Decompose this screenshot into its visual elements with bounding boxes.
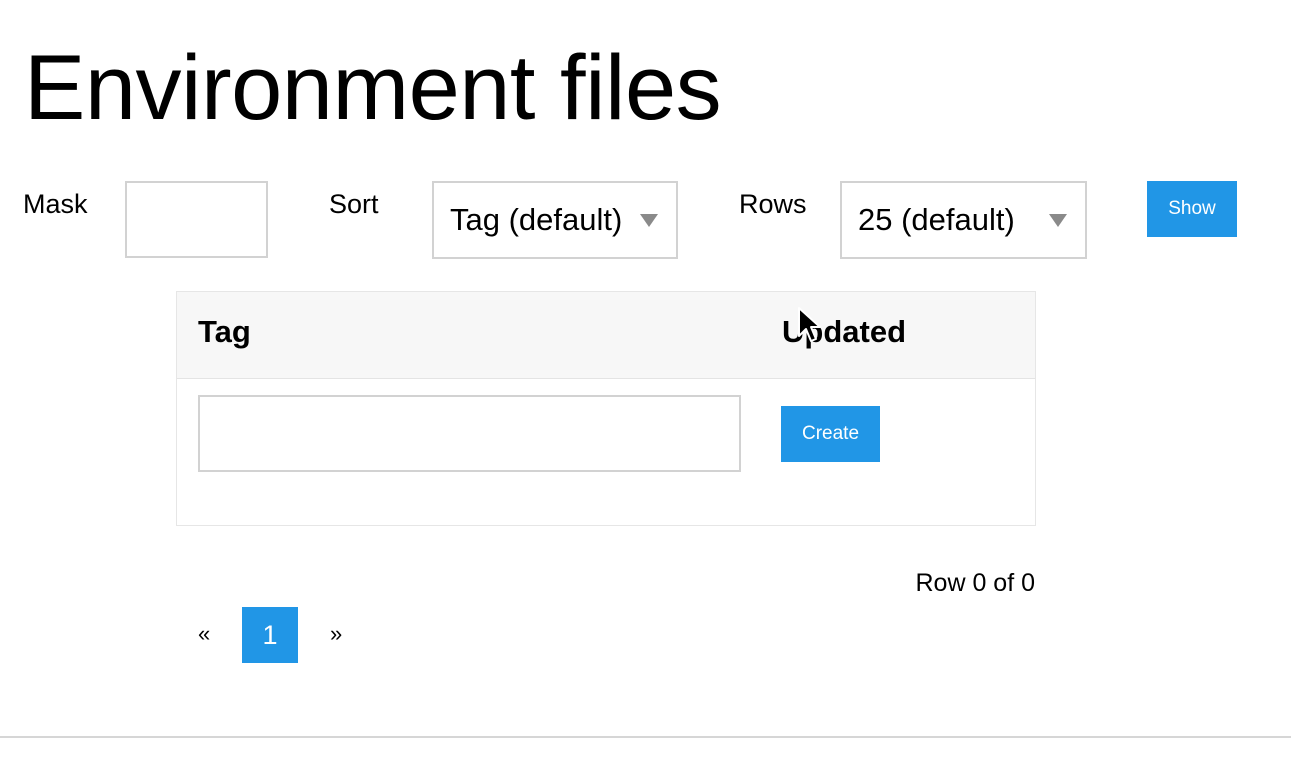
page-title: Environment files <box>24 37 722 139</box>
footer-divider <box>0 736 1291 738</box>
rows-select-value: 25 (default) <box>858 202 1015 237</box>
table-header: Tag Updated <box>177 292 1035 379</box>
environment-files-table: Tag Updated Create <box>176 291 1036 526</box>
pagination-prev[interactable]: « <box>198 620 210 648</box>
show-button[interactable]: Show <box>1147 181 1237 237</box>
row-count: Row 0 of 0 <box>915 569 1035 597</box>
new-tag-input[interactable] <box>198 395 741 472</box>
mask-label: Mask <box>23 189 88 219</box>
pagination-page-current[interactable]: 1 <box>242 607 298 663</box>
pagination-next[interactable]: » <box>330 620 342 648</box>
sort-label: Sort <box>329 189 379 219</box>
column-header-updated: Updated <box>782 314 906 349</box>
mask-input[interactable] <box>125 181 268 258</box>
rows-label: Rows <box>739 189 807 219</box>
rows-select[interactable]: 25 (default) <box>840 181 1087 259</box>
page: Environment files Mask Sort Tag (default… <box>0 0 1291 767</box>
create-button[interactable]: Create <box>781 406 880 462</box>
sort-select[interactable]: Tag (default) <box>432 181 678 259</box>
chevron-down-icon <box>640 214 658 227</box>
chevron-down-icon <box>1049 214 1067 227</box>
sort-select-value: Tag (default) <box>450 202 623 237</box>
column-header-tag: Tag <box>198 314 251 349</box>
